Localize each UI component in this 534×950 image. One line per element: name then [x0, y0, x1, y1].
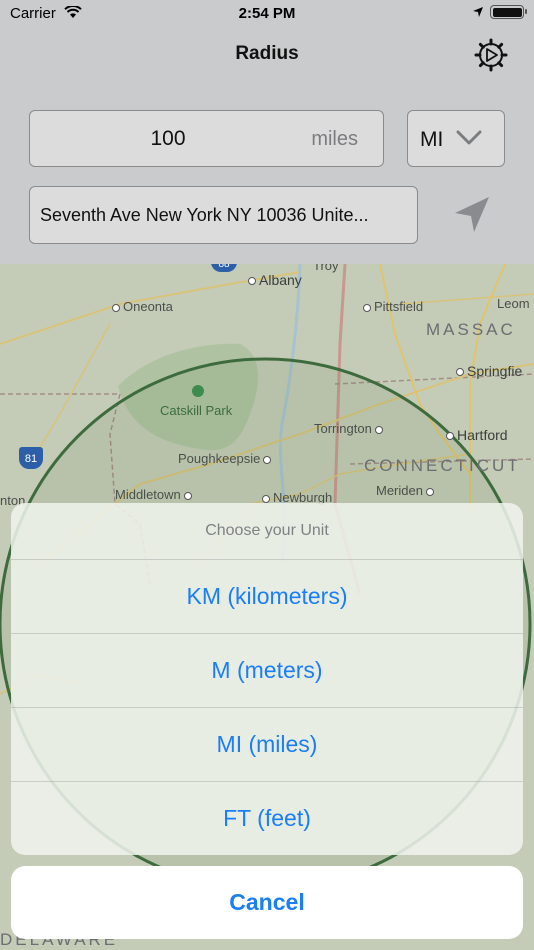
radius-input[interactable]: 100 miles — [29, 110, 384, 167]
status-time: 2:54 PM — [238, 5, 296, 22]
map-label-hartford: Hartford — [446, 427, 508, 443]
map-label-torrington: Torrington — [314, 421, 386, 436]
gear-icon[interactable] — [474, 38, 508, 72]
map-label-albany: Albany — [248, 272, 302, 288]
radius-unit-label: miles — [311, 128, 358, 150]
page-title: Radius — [235, 43, 299, 64]
map-label-poughkeepsie: Poughkeepsie — [178, 451, 274, 466]
map-label-meriden: Meriden — [376, 483, 437, 498]
map-label-leominster: Leom — [497, 296, 530, 311]
option-km[interactable]: KM (kilometers) — [11, 560, 523, 634]
cancel-button[interactable]: Cancel — [11, 866, 523, 939]
map-label-catskill-park: Catskill Park — [160, 403, 233, 418]
address-input[interactable]: Seventh Ave New York NY 10036 Unite... — [29, 186, 418, 244]
map-label-oneonta: Oneonta — [112, 299, 173, 314]
map-label-troy: Troy — [313, 264, 339, 273]
battery-icon — [490, 5, 527, 19]
map-label-middletown: Middletown — [115, 487, 195, 502]
map-label-connecticut: CONNECTICUT — [364, 456, 521, 475]
unit-select[interactable]: MI — [407, 110, 505, 167]
chevron-down-icon — [456, 130, 482, 145]
unit-select-value: MI — [420, 128, 444, 151]
option-mi[interactable]: MI (miles) — [11, 708, 523, 782]
status-right — [472, 5, 527, 19]
option-ft[interactable]: FT (feet) — [11, 782, 523, 855]
radius-value: 100 — [150, 127, 186, 150]
tree-icon — [192, 385, 204, 397]
map-label-springfield: Springfie — [456, 363, 522, 379]
address-value: Seventh Ave New York NY 10036 Unite... — [40, 205, 369, 225]
navigation-bar: Radius — [0, 30, 534, 80]
map-label-massachusetts: MASSAC — [426, 320, 516, 339]
option-m[interactable]: M (meters) — [11, 634, 523, 708]
status-bar: Carrier 2:54 PM — [0, 0, 534, 28]
action-sheet-title: Choose your Unit — [11, 503, 523, 560]
interstate-81-shield: 81 — [19, 447, 43, 469]
unit-action-sheet: Choose your Unit KM (kilometers) M (mete… — [11, 503, 523, 855]
map-label-pittsfield: Pittsfield — [363, 299, 423, 314]
location-arrow-icon — [473, 7, 483, 17]
current-location-icon[interactable] — [449, 192, 495, 238]
